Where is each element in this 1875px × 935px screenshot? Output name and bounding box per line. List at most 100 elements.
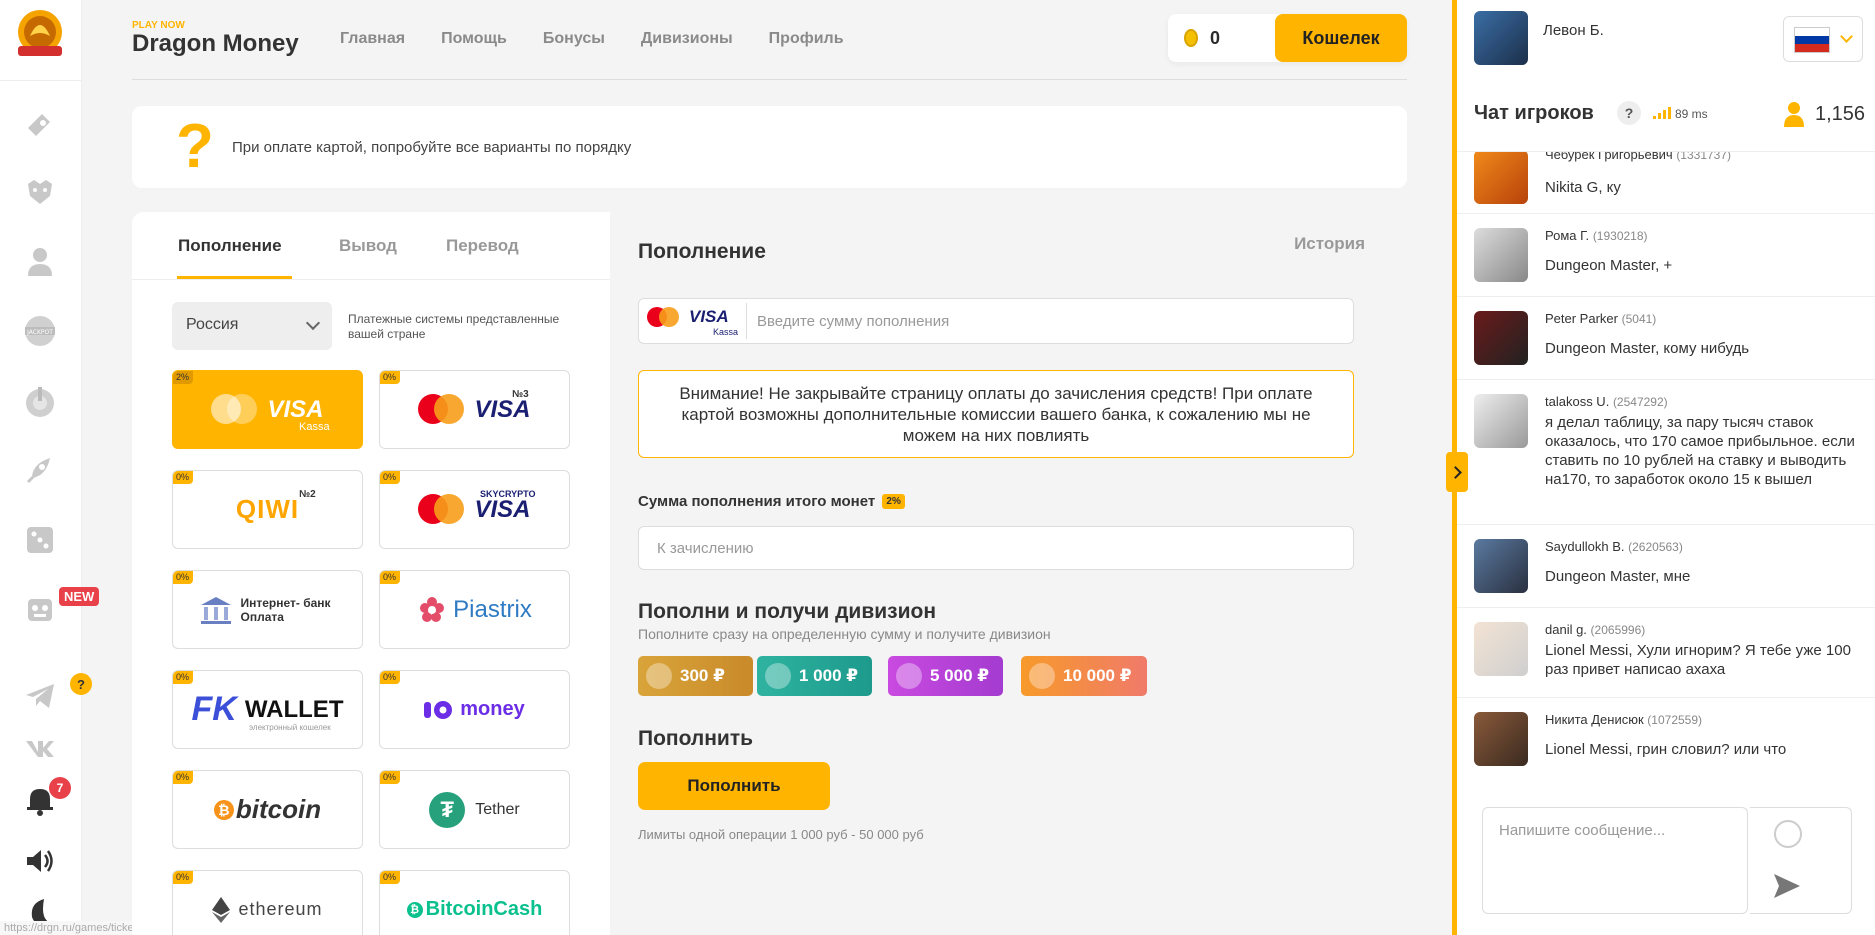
- send-icon[interactable]: [1772, 872, 1802, 900]
- avatar[interactable]: [1474, 228, 1528, 282]
- avatar[interactable]: [1474, 539, 1528, 593]
- method-visa-kassa[interactable]: 2% VISA Kassa: [172, 370, 363, 449]
- current-user-name[interactable]: Левон Б.: [1543, 21, 1623, 40]
- method-bitcoin-cash[interactable]: 0% ₿ BitcoinCash: [379, 870, 570, 935]
- robot-game-icon[interactable]: [20, 589, 60, 629]
- brand-name[interactable]: Dragon Money: [132, 30, 299, 58]
- method-ethereum[interactable]: 0% ethereum: [172, 870, 363, 935]
- chat-composer: [1482, 807, 1748, 914]
- division-amount: 10 000 ₽: [1063, 666, 1132, 685]
- dragon-logo[interactable]: [10, 6, 70, 60]
- method-qiwi[interactable]: 0% QIWI №2: [172, 470, 363, 549]
- nav-profile[interactable]: Профиль: [769, 30, 844, 48]
- method-fk-wallet[interactable]: 0% FK WALLET электронный кошелек: [172, 670, 363, 749]
- method-sub: №3: [512, 389, 529, 400]
- nav-bonuses[interactable]: Бонусы: [543, 30, 605, 48]
- jackpot-icon[interactable]: JACKPOT: [20, 311, 60, 351]
- new-badge: NEW: [59, 587, 100, 606]
- telegram-icon[interactable]: [20, 676, 60, 716]
- division-emblem-icon: [1029, 663, 1055, 689]
- method-label: VISA: [689, 307, 729, 326]
- deposit-submit-button[interactable]: Пополнить: [638, 762, 830, 810]
- division-1000-button[interactable]: 1 000 ₽: [757, 656, 872, 696]
- message-text: Lionel Messi, грин словил? или что: [1545, 741, 1787, 758]
- avatar[interactable]: [1474, 152, 1528, 204]
- author-name[interactable]: Никита Денисюк: [1545, 712, 1644, 727]
- method-fee: 0%: [380, 671, 401, 684]
- method-tether[interactable]: 0% ₮ Tether: [379, 770, 570, 849]
- avatar[interactable]: [1474, 394, 1528, 448]
- method-internet-bank[interactable]: 0% Интернет- банк Оплата: [172, 570, 363, 649]
- sound-icon[interactable]: [20, 841, 60, 881]
- method-visa-3[interactable]: 0% VISA №3: [379, 370, 570, 449]
- online-count: 1,156: [1815, 103, 1866, 125]
- method-yoomoney[interactable]: 0% money: [379, 670, 570, 749]
- russia-flag-icon: [1794, 27, 1830, 53]
- dice-icon[interactable]: [20, 520, 60, 560]
- avatar[interactable]: [1474, 712, 1528, 766]
- help-badge[interactable]: ?: [70, 673, 92, 695]
- nav-divisions[interactable]: Дивизионы: [641, 30, 733, 48]
- agent-game-icon[interactable]: [20, 242, 60, 282]
- tab-deposit[interactable]: Пополнение: [178, 236, 282, 256]
- amount-input[interactable]: [757, 300, 1347, 342]
- division-5000-button[interactable]: 5 000 ₽: [888, 656, 1003, 696]
- message-text: Lionel Messi, Хули игнорим? Я тебе уже 1…: [1545, 642, 1851, 678]
- bitcoin-icon: ₿: [213, 799, 234, 820]
- chat-help-icon[interactable]: ?: [1617, 101, 1641, 125]
- tiger-game-icon[interactable]: [20, 172, 60, 212]
- avatar[interactable]: [1474, 311, 1528, 365]
- method-fee: 0%: [173, 871, 194, 884]
- crash-rocket-icon[interactable]: [20, 450, 60, 490]
- division-emblem-icon: [765, 663, 791, 689]
- mastercard-icon: [647, 307, 681, 329]
- chat-message: Saydullokh B. (2620563) Dungeon Master, …: [1457, 525, 1875, 608]
- tab-transfer[interactable]: Перевод: [446, 236, 519, 256]
- ticket-game-icon[interactable]: [20, 104, 60, 144]
- credit-amount-input[interactable]: [638, 526, 1354, 570]
- language-select[interactable]: [1783, 16, 1863, 62]
- top-bar: PLAY NOW Dragon Money Главная Помощь Бон…: [132, 0, 1407, 80]
- method-label: ethereum: [238, 899, 323, 919]
- history-link[interactable]: История: [1294, 234, 1365, 254]
- method-label: VISA: [474, 495, 531, 523]
- deposit-form-panel: Пополнение История VISA Kassa Внимание! …: [610, 212, 1387, 935]
- chat-message: Рома Г. (1930218) Dungeon Master, +: [1457, 214, 1875, 297]
- method-sub: SKYCRYPTO: [480, 489, 536, 499]
- country-select[interactable]: Россия: [172, 302, 332, 350]
- author-name[interactable]: Saydullokh B.: [1545, 539, 1625, 554]
- nav-help[interactable]: Помощь: [441, 30, 507, 48]
- wallet-button[interactable]: Кошелек: [1275, 14, 1407, 62]
- avatar[interactable]: [1474, 11, 1528, 65]
- method-label: bitcoin: [235, 794, 322, 824]
- division-subtitle: Пополните сразу на определенную сумму и …: [638, 626, 1051, 642]
- method-bitcoin[interactable]: 0% ₿ bitcoin: [172, 770, 363, 849]
- svg-text:JACKPOT: JACKPOT: [26, 329, 53, 336]
- message-text: Nikita G, ку: [1545, 179, 1621, 196]
- tab-withdraw[interactable]: Вывод: [339, 236, 397, 256]
- author-name[interactable]: Рома Г.: [1545, 228, 1589, 243]
- nav-home[interactable]: Главная: [340, 30, 405, 48]
- chat-collapse-button[interactable]: [1446, 452, 1468, 492]
- division-10000-button[interactable]: 10 000 ₽: [1021, 656, 1147, 696]
- author-id: (2620563): [1628, 540, 1683, 554]
- vk-icon[interactable]: [20, 728, 60, 768]
- author-name[interactable]: Чебурек Григорьевич: [1545, 152, 1673, 162]
- author-name[interactable]: talakoss U.: [1545, 394, 1609, 409]
- roulette-icon[interactable]: [20, 381, 60, 421]
- method-label: QIWI: [235, 494, 300, 524]
- sum-percent-badge: 2%: [882, 494, 905, 509]
- chevron-down-icon: [305, 315, 321, 331]
- division-300-button[interactable]: 300 ₽: [638, 656, 753, 696]
- method-fee: 0%: [173, 571, 194, 584]
- method-fee: 0%: [380, 571, 401, 584]
- avatar[interactable]: [1474, 622, 1528, 676]
- fk-logo-icon: FK: [191, 690, 237, 728]
- method-piastrix[interactable]: 0% Piastrix: [379, 570, 570, 649]
- chat-message-input[interactable]: [1483, 808, 1747, 913]
- emoji-icon[interactable]: [1774, 820, 1802, 848]
- method-fee: 0%: [173, 771, 194, 784]
- author-name[interactable]: danil g.: [1545, 622, 1587, 637]
- author-name[interactable]: Peter Parker: [1545, 311, 1618, 326]
- method-skycrypto-visa[interactable]: 0% VISA SKYCRYPTO: [379, 470, 570, 549]
